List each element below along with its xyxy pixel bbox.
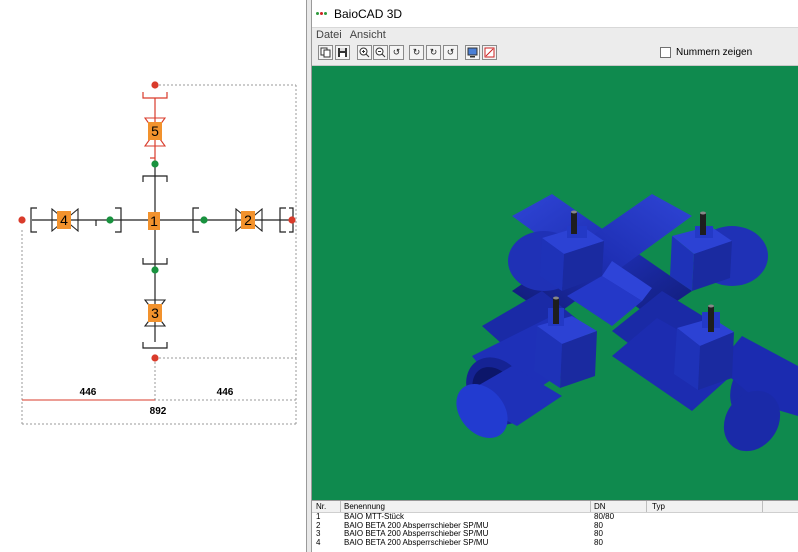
- pipe-diagram[interactable]: 5 1 3 4 2 446 446 892: [0, 0, 306, 552]
- component-labels: 5 1 3 4 2: [57, 122, 255, 322]
- menu-datei[interactable]: Datei: [316, 29, 342, 41]
- rotate-up-icon[interactable]: ↺: [443, 45, 458, 60]
- 3d-viewport[interactable]: [312, 66, 798, 500]
- col-name[interactable]: Benennung: [344, 501, 385, 512]
- print-icon[interactable]: [482, 45, 497, 60]
- label-2[interactable]: 2: [244, 212, 252, 228]
- label-4[interactable]: 4: [60, 212, 68, 228]
- 3d-model: [456, 194, 798, 452]
- diagram-svg: 5 1 3 4 2 446 446 892: [18, 81, 297, 425]
- schematic-pane[interactable]: 5 1 3 4 2 446 446 892: [0, 0, 306, 552]
- app-logo-icon: [316, 10, 330, 18]
- col-typ[interactable]: Typ: [652, 501, 665, 512]
- node-connected: [151, 266, 159, 274]
- menu-bar: Datei Ansicht: [312, 28, 798, 42]
- label-3[interactable]: 3: [151, 305, 159, 321]
- numbers-checkbox-label: Nummern zeigen: [676, 47, 753, 58]
- col-dn[interactable]: DN: [594, 501, 606, 512]
- zoom-in-icon[interactable]: [357, 45, 372, 60]
- toolbar: ↺ ↻ ↻ ↺ Nummern zeigen: [312, 42, 798, 66]
- node-open-right: [288, 216, 296, 224]
- rotate-right-icon[interactable]: ↻: [426, 45, 441, 60]
- label-1[interactable]: 1: [150, 213, 158, 229]
- node-open-left: [18, 216, 26, 224]
- node-connected: [200, 216, 208, 224]
- node-open-top: [151, 81, 159, 89]
- node-connected: [151, 160, 159, 168]
- screen-icon[interactable]: [465, 45, 480, 60]
- zoom-out-icon[interactable]: [373, 45, 388, 60]
- cell-dn: 80: [594, 537, 603, 547]
- rotate-down-icon[interactable]: ↻: [409, 45, 424, 60]
- node-connected: [106, 216, 114, 224]
- dimension-total: 892: [150, 406, 167, 417]
- label-5[interactable]: 5: [151, 123, 159, 139]
- copy-icon[interactable]: [318, 45, 333, 60]
- dimension-left: 446: [80, 387, 97, 398]
- dimension-right: 446: [217, 387, 234, 398]
- parts-table[interactable]: Nr. Benennung DN Typ 1 BAIO MTT-Stück 80…: [312, 500, 798, 552]
- node-open-bottom: [151, 354, 159, 362]
- rotate-left-icon[interactable]: ↺: [389, 45, 404, 60]
- cell-nr: 4: [316, 537, 321, 547]
- numbers-toggle[interactable]: Nummern zeigen: [660, 47, 752, 58]
- col-nr[interactable]: Nr.: [316, 501, 326, 512]
- baiocad-window: BaioCAD 3D Datei Ansicht ↺ ↻ ↻ ↺ Nummern…: [312, 0, 798, 552]
- cell-name: BAIO BETA 200 Absperrschieber SP/MU: [344, 537, 489, 547]
- title-bar: BaioCAD 3D: [312, 0, 798, 28]
- window-title: BaioCAD 3D: [334, 6, 403, 21]
- numbers-checkbox[interactable]: [660, 47, 671, 58]
- table-row[interactable]: 4 BAIO BETA 200 Absperrschieber SP/MU 80: [312, 537, 798, 548]
- menu-ansicht[interactable]: Ansicht: [350, 29, 386, 41]
- save-icon[interactable]: [335, 45, 350, 60]
